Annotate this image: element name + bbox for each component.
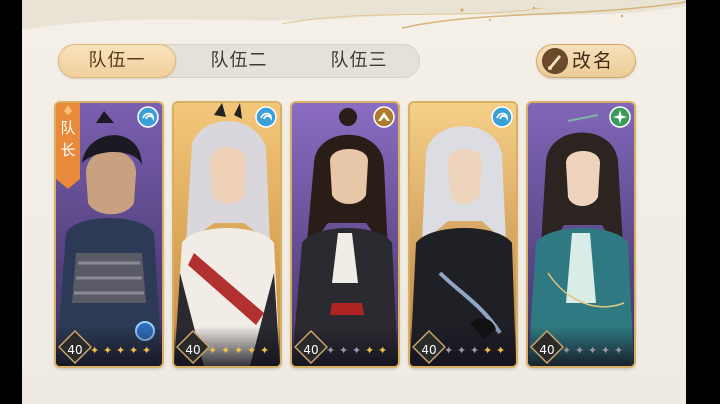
character-card-2[interactable]: 40 ✦ ✦ ✦ ✦ ✦	[174, 103, 280, 366]
star-icon: ✦	[90, 344, 100, 357]
star-icon: ✦	[352, 344, 362, 357]
star-rating: ✦ ✦ ✦ ✦ ✦	[562, 344, 632, 358]
tab-team-3[interactable]: 队伍三	[300, 44, 418, 78]
tab-team-1[interactable]: 队伍一	[58, 44, 176, 78]
brush-icon	[542, 48, 568, 74]
rename-label: 改名	[572, 50, 615, 72]
star-icon: ✦	[365, 344, 375, 357]
star-rating: ✦ ✦ ✦ ✦ ✦	[326, 344, 396, 358]
star-icon: ✦	[378, 344, 388, 357]
star-icon: ✦	[470, 344, 480, 357]
team-panel: 队伍一 队伍二 队伍三 改名 队长 40 ✦ ✦ ✦ ✦ ✦ 40 ✦ ✦ ✦ …	[22, 0, 686, 404]
rename-button[interactable]: 改名	[536, 44, 636, 78]
star-icon: ✦	[142, 344, 152, 357]
leader-label: 队长	[60, 119, 76, 159]
star-icon: ✦	[326, 344, 336, 357]
star-icon: ✦	[208, 344, 218, 357]
tab-team-2[interactable]: 队伍二	[180, 44, 298, 78]
water-element-icon	[137, 106, 159, 128]
star-icon: ✦	[260, 344, 270, 357]
level-value: 40	[421, 343, 437, 357]
water-element-icon	[491, 106, 513, 128]
star-icon: ✦	[221, 344, 231, 357]
star-icon: ✦	[562, 344, 572, 357]
star-icon: ✦	[614, 344, 624, 357]
star-rating: ✦ ✦ ✦ ✦ ✦	[208, 344, 278, 358]
star-icon: ✦	[129, 344, 139, 357]
star-icon: ✦	[496, 344, 506, 357]
star-icon: ✦	[103, 344, 113, 357]
star-icon: ✦	[444, 344, 454, 357]
star-icon: ✦	[339, 344, 349, 357]
character-card-4[interactable]: 40 ✦ ✦ ✦ ✦ ✦	[410, 103, 516, 366]
star-icon: ✦	[601, 344, 611, 357]
star-icon: ✦	[457, 344, 467, 357]
character-card-3[interactable]: 40 ✦ ✦ ✦ ✦ ✦	[292, 103, 398, 366]
star-icon: ✦	[483, 344, 493, 357]
level-value: 40	[303, 343, 319, 357]
team-tabs: 队伍一 队伍二 队伍三	[58, 44, 420, 78]
character-card-1[interactable]: 队长 40 ✦ ✦ ✦ ✦ ✦	[56, 103, 162, 366]
star-rating: ✦ ✦ ✦ ✦ ✦	[444, 344, 514, 358]
star-icon: ✦	[575, 344, 585, 357]
star-icon: ✦	[247, 344, 257, 357]
level-value: 40	[185, 343, 201, 357]
star-icon: ✦	[588, 344, 598, 357]
water-element-icon	[255, 106, 277, 128]
top-decoration	[22, 0, 686, 30]
level-value: 40	[67, 343, 83, 357]
star-icon: ✦	[234, 344, 244, 357]
star-icon: ✦	[116, 344, 126, 357]
wind-element-icon	[609, 106, 631, 128]
mountain-element-icon	[373, 106, 395, 128]
star-rating: ✦ ✦ ✦ ✦ ✦	[90, 344, 160, 358]
character-card-5[interactable]: 40 ✦ ✦ ✦ ✦ ✦	[528, 103, 634, 366]
level-value: 40	[539, 343, 555, 357]
